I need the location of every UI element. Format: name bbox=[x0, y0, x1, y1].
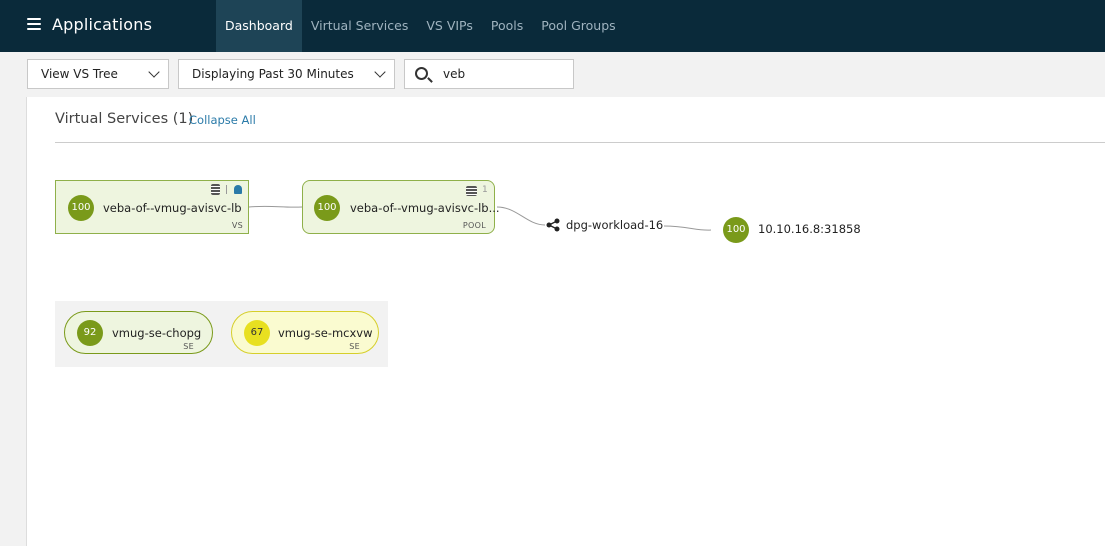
service-engine-node[interactable]: 92 vmug-se-chopg SE bbox=[64, 311, 213, 354]
vs-name: veba-of--vmug-avisvc-lb bbox=[103, 201, 242, 215]
search-icon bbox=[415, 67, 428, 80]
pool-node[interactable]: 100 1 veba-of--vmug-avisvc-lb... POOL bbox=[302, 180, 500, 234]
time-range-value: Displaying Past 30 Minutes bbox=[192, 67, 354, 81]
vs-pool-connector bbox=[248, 205, 303, 208]
vs-node[interactable]: 100 veba-of--vmug-avisvc-lb VS bbox=[55, 180, 249, 234]
share-network-icon bbox=[546, 218, 560, 232]
view-mode-select[interactable]: View VS Tree bbox=[27, 59, 169, 89]
app-title: Applications bbox=[52, 15, 153, 34]
server-icon bbox=[466, 186, 477, 196]
tab-dashboard[interactable]: Dashboard bbox=[216, 0, 302, 52]
network-server-connector bbox=[663, 225, 712, 231]
search-input[interactable] bbox=[443, 65, 563, 83]
top-bar: Applications Dashboard Virtual Services … bbox=[0, 0, 1105, 52]
se-type-tag: SE bbox=[349, 342, 360, 351]
toolbar: View VS Tree Displaying Past 30 Minutes bbox=[0, 52, 1105, 97]
bell-icon[interactable] bbox=[234, 185, 242, 194]
network-name[interactable]: dpg-workload-16 bbox=[566, 218, 663, 232]
search-box bbox=[404, 59, 574, 89]
health-score: 100 bbox=[314, 195, 340, 221]
se-name: vmug-se-mcxvw bbox=[278, 326, 373, 340]
service-engine-group: 92 vmug-se-chopg SE 67 vmug-se-mcxvw SE bbox=[55, 301, 388, 367]
tab-vs-vips[interactable]: VS VIPs bbox=[417, 0, 482, 52]
pool-name: veba-of--vmug-avisvc-lb... bbox=[350, 201, 500, 215]
database-icon bbox=[211, 184, 220, 195]
se-health-score: 67 bbox=[244, 320, 270, 346]
icon-divider bbox=[226, 185, 227, 194]
tab-pools[interactable]: Pools bbox=[482, 0, 532, 52]
tab-pool-groups[interactable]: Pool Groups bbox=[532, 0, 624, 52]
vs-tree-panel: Virtual Services (1) Collapse All 100 ve… bbox=[26, 97, 1105, 546]
chevron-down-icon bbox=[148, 66, 160, 78]
se-health-score: 92 bbox=[77, 320, 103, 346]
pool-server-count: 1 bbox=[482, 185, 489, 195]
health-score: 100 bbox=[68, 195, 94, 221]
pool-network-connector bbox=[496, 206, 546, 226]
tab-virtual-services[interactable]: Virtual Services bbox=[302, 0, 418, 52]
hamburger-menu-icon[interactable] bbox=[27, 18, 41, 32]
view-mode-value: View VS Tree bbox=[41, 67, 118, 81]
se-type-tag: SE bbox=[183, 342, 194, 351]
server-address[interactable]: 10.10.16.8:31858 bbox=[758, 222, 861, 236]
main-nav: Dashboard Virtual Services VS VIPs Pools… bbox=[216, 0, 625, 52]
vs-type-tag: VS bbox=[231, 221, 243, 230]
se-name: vmug-se-chopg bbox=[112, 326, 202, 340]
time-range-select[interactable]: Displaying Past 30 Minutes bbox=[178, 59, 395, 89]
chevron-down-icon bbox=[374, 66, 386, 78]
pool-type-tag: POOL bbox=[462, 221, 486, 230]
server-health-score[interactable]: 100 bbox=[723, 217, 749, 243]
service-engine-node[interactable]: 67 vmug-se-mcxvw SE bbox=[231, 311, 379, 354]
